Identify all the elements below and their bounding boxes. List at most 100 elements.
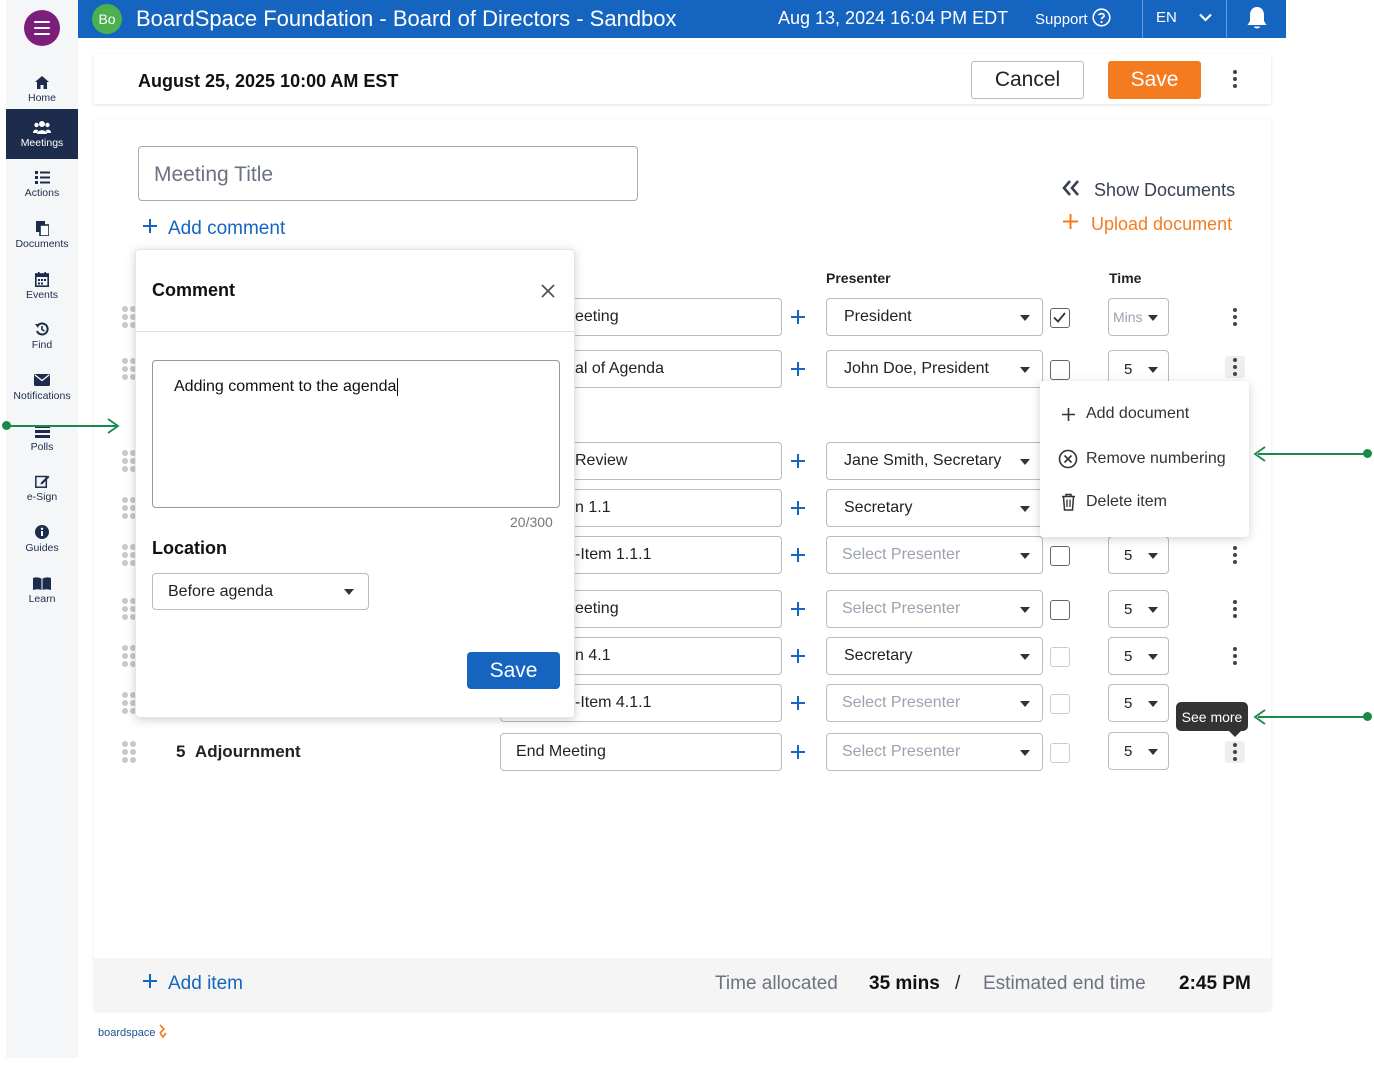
item-checkbox[interactable] (1050, 743, 1070, 763)
upload-document-button[interactable]: Upload document (1062, 213, 1232, 235)
time-select[interactable]: 5 (1108, 637, 1169, 675)
sidebar-item-home[interactable]: Home (6, 64, 78, 114)
bell-icon[interactable] (1246, 6, 1268, 35)
sidebar-item-guides[interactable]: Guides (6, 514, 78, 564)
location-value: Before agenda (168, 583, 273, 600)
add-subitem-plus-icon[interactable] (789, 546, 807, 564)
time-value: 5 (1124, 601, 1133, 618)
row-more-icon[interactable] (1225, 741, 1245, 763)
add-subitem-plus-icon[interactable] (789, 694, 807, 712)
language-selector[interactable]: EN (1156, 9, 1212, 26)
agenda-item-number: 5 (176, 742, 186, 761)
presenter-value: Secretary (844, 647, 913, 664)
menu-logo-icon[interactable] (24, 10, 60, 46)
add-subitem-plus-icon[interactable] (789, 499, 807, 517)
trash-icon (1058, 493, 1078, 511)
item-checkbox[interactable] (1050, 600, 1070, 620)
sidebar-item-events[interactable]: Events (6, 261, 78, 311)
drag-handle-icon[interactable] (122, 306, 136, 328)
sidebar-item-notifications[interactable]: Notifications (6, 362, 78, 412)
location-select[interactable]: Before agenda (152, 573, 369, 610)
popup-title: Comment (152, 280, 236, 300)
presenter-select[interactable]: Secretary (826, 637, 1043, 675)
save-button[interactable]: Save (1108, 61, 1201, 99)
show-documents-button[interactable]: Show Documents (1062, 180, 1235, 201)
row-more-icon[interactable] (1225, 306, 1245, 328)
presenter-select[interactable]: Select Presenter (826, 536, 1043, 574)
support-link[interactable]: Support (1035, 8, 1111, 31)
meeting-title-input[interactable]: Meeting Title (138, 146, 638, 201)
people-icon (33, 119, 51, 135)
add-subitem-plus-icon[interactable] (789, 360, 807, 378)
row-more-icon[interactable] (1225, 544, 1245, 566)
add-subitem-plus-icon[interactable] (789, 647, 807, 665)
presenter-select[interactable]: John Doe, President (826, 350, 1043, 388)
row-more-icon[interactable] (1225, 356, 1245, 378)
item-checkbox[interactable] (1050, 694, 1070, 714)
comment-save-button[interactable]: Save (467, 652, 560, 689)
location-label: Location (152, 538, 227, 558)
drag-handle-icon[interactable] (122, 544, 136, 566)
language-label: EN (1156, 9, 1177, 26)
comment-textarea[interactable]: Adding comment to the agenda (152, 360, 560, 508)
sidebar-item-learn[interactable]: Learn (6, 565, 78, 615)
sidebar-item-esign[interactable]: e-Sign (6, 463, 78, 513)
drag-handle-icon[interactable] (122, 497, 136, 519)
add-subitem-plus-icon[interactable] (789, 452, 807, 470)
add-subitem-plus-icon[interactable] (789, 600, 807, 618)
item-checkbox[interactable] (1050, 647, 1070, 667)
item-checkbox[interactable] (1050, 308, 1070, 328)
row-context-menu: Add document Remove numbering Delete ite… (1040, 381, 1249, 537)
sidebar-item-find[interactable]: Find (6, 311, 78, 361)
drag-handle-icon[interactable] (122, 450, 136, 472)
presenter-select[interactable]: Select Presenter (826, 590, 1043, 628)
caret-down-icon (1148, 553, 1158, 559)
drag-handle-icon[interactable] (122, 692, 136, 714)
drag-handle-icon[interactable] (122, 358, 136, 380)
time-select[interactable]: 5 (1108, 536, 1169, 574)
time-select[interactable]: 5 (1108, 590, 1169, 628)
sidebar-item-meetings[interactable]: Meetings (6, 109, 78, 159)
agenda-item-input[interactable]: End Meeting (500, 733, 782, 771)
drag-handle-icon[interactable] (122, 645, 136, 667)
sidebar-item-label: Notifications (13, 390, 71, 402)
menu-item-label: Delete item (1086, 493, 1167, 510)
drag-handle-icon[interactable] (122, 598, 136, 620)
presenter-select[interactable]: President (826, 298, 1043, 336)
close-icon[interactable] (538, 281, 558, 301)
more-options-icon[interactable] (1225, 67, 1245, 91)
presenter-select[interactable]: Jane Smith, Secretary (826, 442, 1043, 480)
cancel-button[interactable]: Cancel (971, 61, 1084, 99)
add-subitem-plus-icon[interactable] (789, 308, 807, 326)
item-checkbox[interactable] (1050, 546, 1070, 566)
delete-item-menu-item[interactable]: Delete item (1058, 493, 1167, 511)
header-divider (1142, 0, 1143, 38)
menu-item-label: Add document (1086, 405, 1190, 422)
sidebar-item-polls[interactable]: Polls (6, 413, 78, 463)
add-item-button[interactable]: Add item (142, 973, 243, 995)
sidebar-item-actions[interactable]: Actions (6, 159, 78, 209)
time-select[interactable]: Mins (1108, 298, 1169, 336)
add-subitem-plus-icon[interactable] (789, 743, 807, 761)
avatar[interactable]: Bo (92, 4, 122, 34)
row-more-icon[interactable] (1225, 598, 1245, 620)
row-more-icon[interactable] (1225, 645, 1245, 667)
comment-text: Adding comment to the agenda (174, 378, 397, 396)
presenter-value: Select Presenter (842, 694, 961, 711)
item-checkbox[interactable] (1050, 360, 1070, 380)
add-comment-button[interactable]: Add comment (142, 218, 285, 240)
header-divider (1226, 0, 1227, 38)
time-select[interactable]: 5 (1108, 684, 1169, 722)
add-document-menu-item[interactable]: Add document (1058, 405, 1189, 423)
annotation-line (1258, 716, 1368, 718)
sidebar-item-documents[interactable]: Documents (6, 210, 78, 260)
presenter-select[interactable]: Select Presenter (826, 684, 1043, 722)
presenter-select[interactable]: Secretary (826, 489, 1043, 527)
presenter-select[interactable]: Select Presenter (826, 733, 1043, 771)
header-datetime: Aug 13, 2024 16:04 PM EDT (778, 8, 1009, 28)
drag-handle-icon[interactable] (122, 741, 136, 763)
time-select[interactable]: 5 (1108, 732, 1169, 770)
remove-numbering-menu-item[interactable]: Remove numbering (1058, 449, 1226, 469)
support-label: Support (1035, 11, 1088, 28)
brand-name: boardspace (98, 1026, 156, 1039)
